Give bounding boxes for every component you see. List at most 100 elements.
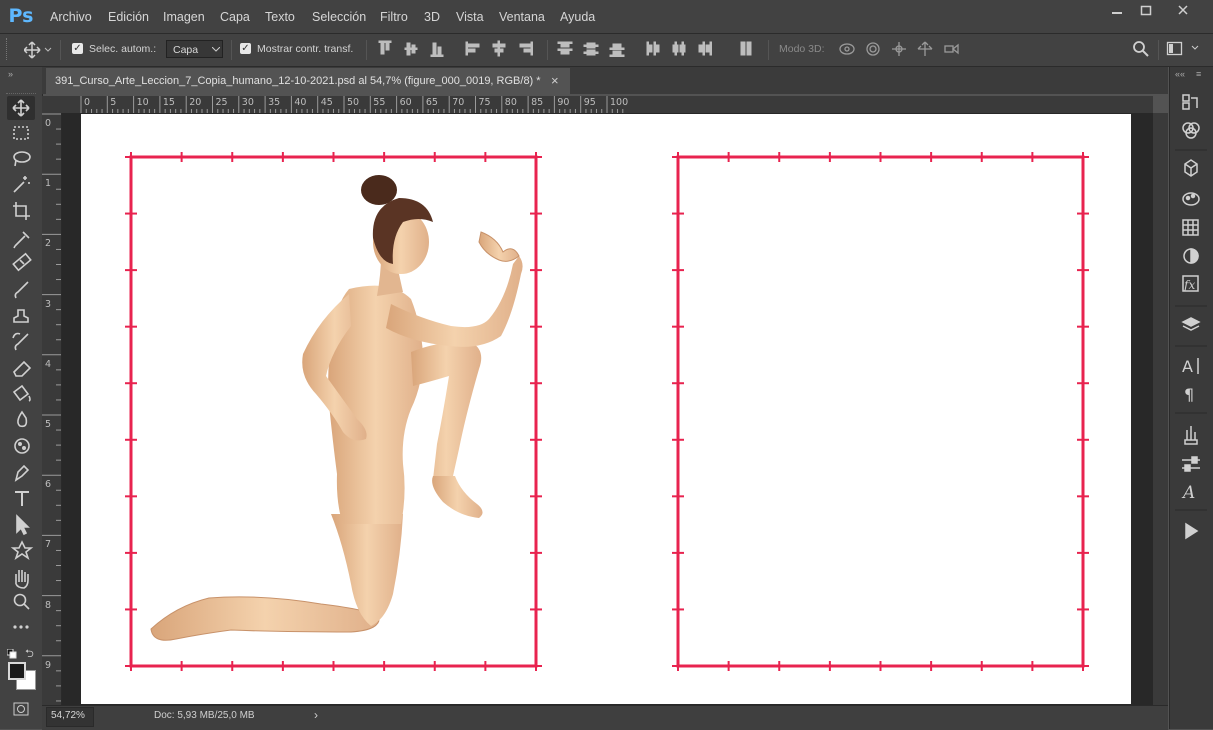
menu-vista[interactable]: Vista	[456, 8, 484, 26]
healing-brush-icon[interactable]	[12, 252, 32, 272]
ruler-label: 9	[45, 659, 52, 671]
photoshop-logo: Ps	[8, 5, 34, 27]
blur-icon[interactable]	[17, 410, 28, 428]
separator	[1158, 40, 1159, 60]
layers-icon[interactable]	[1181, 317, 1201, 331]
menu-ventana[interactable]: Ventana	[499, 8, 545, 26]
auto-align-icon	[740, 41, 752, 56]
hand-icon[interactable]	[15, 570, 29, 589]
mode-3d-label: Modo 3D:	[779, 43, 825, 55]
close-window-icon[interactable]	[1168, 3, 1198, 19]
ruler-label: 0	[84, 97, 91, 108]
svg-text:A: A	[1182, 357, 1193, 376]
vertical-scrollbar[interactable]	[1153, 113, 1168, 705]
menu-ayuda[interactable]: Ayuda	[560, 8, 595, 26]
brush-icon[interactable]	[14, 281, 29, 299]
character-icon[interactable]: A	[1182, 357, 1199, 376]
play-icon[interactable]	[1185, 522, 1199, 540]
ruler-label: 75	[478, 97, 491, 108]
document-canvas[interactable]	[81, 114, 1131, 704]
ruler-label: 15	[162, 97, 175, 108]
zoom-icon[interactable]	[13, 593, 30, 610]
menu-archivo[interactable]: Archivo	[50, 8, 92, 26]
show-transform-checkbox[interactable]: ✓	[240, 43, 251, 54]
orbit-3d-icon	[839, 43, 855, 55]
eraser-icon[interactable]	[13, 360, 32, 377]
menu-3d[interactable]: 3D	[424, 8, 440, 26]
foreground-color-swatch[interactable]	[8, 662, 26, 680]
marquee-icon[interactable]	[13, 126, 29, 140]
ruler-label: 25	[215, 97, 228, 108]
maximize-icon[interactable]	[1131, 3, 1161, 19]
more-tools-icon[interactable]	[13, 625, 29, 629]
shape-icon[interactable]	[10, 540, 34, 560]
ruler-label: 1	[45, 178, 52, 190]
magic-wand-icon[interactable]	[13, 176, 30, 193]
styles-icon[interactable]	[1182, 192, 1200, 206]
type-icon[interactable]	[15, 491, 29, 506]
ruler-label: 8	[45, 599, 52, 611]
eyedropper-icon[interactable]	[13, 231, 30, 249]
roll-3d-icon	[866, 42, 880, 56]
ruler-label: 5	[110, 97, 117, 108]
menu-imagen[interactable]: Imagen	[163, 8, 205, 26]
dodge-icon[interactable]	[14, 438, 30, 454]
ruler-label: 30	[241, 97, 254, 108]
svg-text:fx: fx	[1183, 278, 1195, 292]
quick-mask-icon[interactable]	[13, 702, 29, 721]
dock-collapse-icon[interactable]: ««	[1175, 69, 1185, 79]
fx-icon[interactable]: fx	[1182, 275, 1199, 292]
3d-controls-group	[839, 41, 959, 56]
pen-icon[interactable]	[14, 464, 30, 482]
separator	[547, 40, 548, 60]
clone-stamp-icon[interactable]	[13, 309, 29, 323]
move-icon[interactable]	[12, 99, 30, 117]
swatches-icon[interactable]	[1182, 219, 1199, 236]
auto-select-target-select[interactable]: Capa	[166, 40, 223, 58]
tool-icons	[10, 99, 34, 629]
glyphs-icon[interactable]: A	[1181, 483, 1195, 503]
crop-icon[interactable]	[13, 202, 30, 220]
collapse-panel-icon[interactable]: »	[8, 69, 13, 79]
distribute-left-icon	[646, 41, 660, 56]
document-tab[interactable]: 391_Curso_Arte_Leccion_7_Copia_humano_12…	[46, 68, 570, 94]
history-brush-icon[interactable]	[12, 332, 29, 351]
brush-settings-icon[interactable]	[1182, 456, 1200, 472]
menu-filtro[interactable]: Filtro	[380, 8, 408, 26]
figure-reference-image	[150, 175, 523, 641]
path-selection-icon[interactable]	[16, 514, 30, 536]
auto-select-checkbox[interactable]: ✓	[72, 43, 83, 54]
zoom-value: 54,72%	[51, 710, 85, 721]
swap-colors-icon[interactable]: ⮌	[25, 645, 34, 664]
menu-edicion[interactable]: Edición	[108, 8, 149, 26]
close-tab-icon[interactable]: ×	[551, 73, 559, 88]
status-menu-arrow[interactable]: ›	[314, 708, 318, 722]
brushes-icon[interactable]	[1184, 426, 1198, 445]
menu-capa[interactable]: Capa	[220, 8, 250, 26]
color-icon[interactable]	[1183, 248, 1199, 264]
paint-bucket-icon[interactable]	[12, 384, 31, 402]
paragraph-icon[interactable]: ¶	[1184, 385, 1194, 404]
move-tool-preset-icon[interactable]	[23, 41, 52, 64]
distribute-vcenter-icon	[583, 42, 599, 56]
menu-texto[interactable]: Texto	[265, 8, 295, 26]
zoom-field[interactable]: 54,72%	[46, 707, 94, 727]
history-icon[interactable]	[1182, 94, 1198, 110]
document-size-info[interactable]: Doc: 5,93 MB/25,0 MB	[154, 710, 255, 721]
minimize-icon[interactable]	[1102, 3, 1132, 19]
align-right-icon	[519, 41, 533, 56]
menu-seleccion[interactable]: Selección	[312, 8, 366, 26]
ruler-label: 85	[531, 97, 544, 108]
dock-menu-icon[interactable]: ≡	[1196, 69, 1201, 79]
lasso-icon[interactable]	[13, 151, 31, 167]
ruler-label: 35	[268, 97, 281, 108]
search-icon[interactable]	[1132, 40, 1150, 63]
ruler-label: 3	[45, 298, 52, 310]
svg-text:¶: ¶	[1184, 385, 1194, 404]
ruler-corner[interactable]	[42, 96, 62, 113]
ruler-label: 0	[45, 118, 52, 129]
3d-icon[interactable]	[1184, 159, 1198, 177]
auto-select-target-value: Capa	[173, 44, 199, 56]
adjustments-icon[interactable]	[1182, 122, 1200, 139]
workspace-icon[interactable]	[1166, 41, 1206, 62]
